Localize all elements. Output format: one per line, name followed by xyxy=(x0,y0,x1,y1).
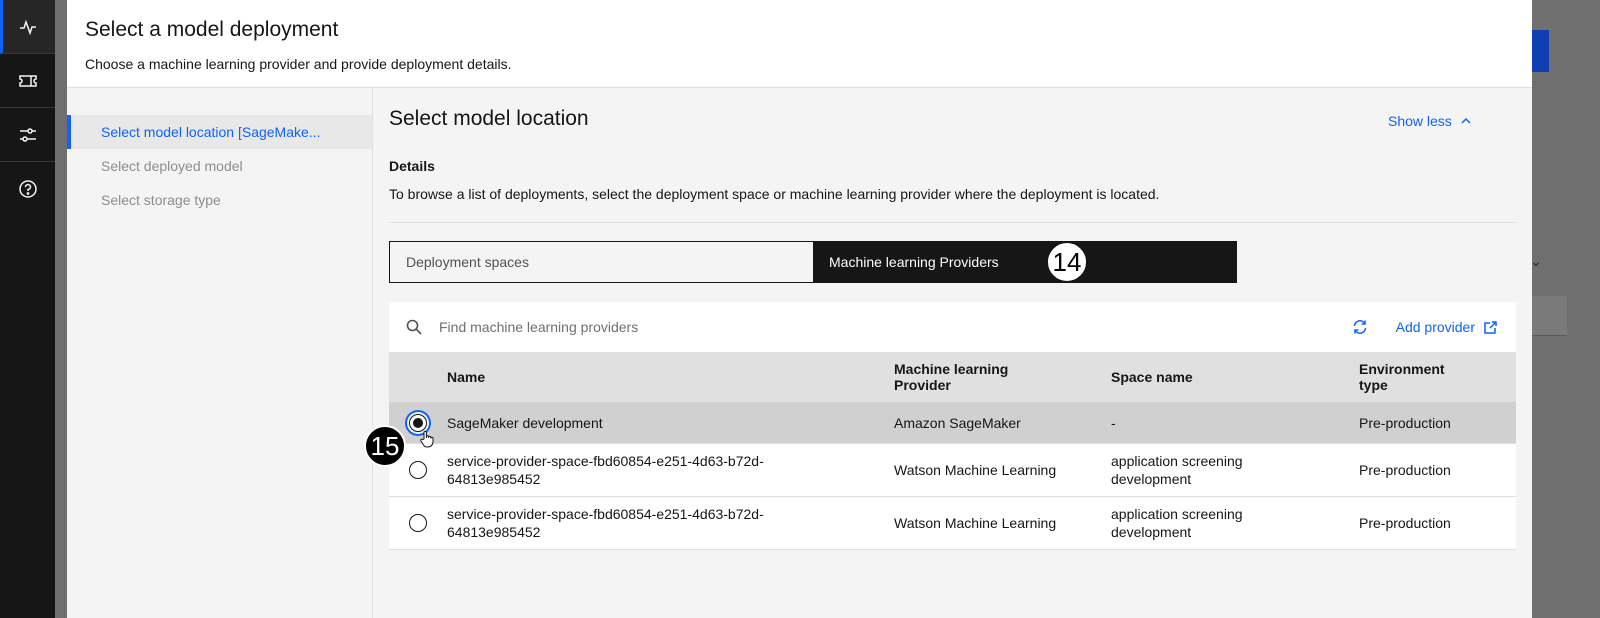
cell-name: SageMaker development xyxy=(447,414,603,431)
row-radio[interactable] xyxy=(409,461,427,479)
modal-header: Select a model deployment Choose a machi… xyxy=(67,0,1532,88)
hand-cursor-icon xyxy=(420,430,434,448)
rail-item-activity[interactable] xyxy=(0,0,55,54)
row-radio[interactable] xyxy=(409,514,427,532)
sliders-icon xyxy=(19,127,36,142)
modal-subtitle: Choose a machine learning provider and p… xyxy=(85,56,512,72)
left-rail xyxy=(0,0,55,618)
header-name: Name xyxy=(447,369,486,385)
table-row[interactable]: service-provider-space-fbd60854-e251-4d6… xyxy=(389,444,1516,497)
switch-deployment-spaces[interactable]: Deployment spaces xyxy=(390,242,813,282)
step-badge-14: 14 xyxy=(1046,241,1088,283)
show-less-label: Show less xyxy=(1388,113,1452,129)
details-heading: Details xyxy=(389,158,435,174)
search-icon xyxy=(389,319,439,335)
progress-indicator: Select model location [SageMake... Selec… xyxy=(67,115,372,217)
cell-environment-type: Pre-production xyxy=(1359,515,1451,531)
cell-space-name: application screening development xyxy=(1111,506,1243,540)
table-header: Name Machine learning Provider Space nam… xyxy=(389,352,1516,402)
rail-item-help[interactable] xyxy=(0,162,55,216)
cell-space-name: - xyxy=(1111,414,1116,431)
cell-provider: Watson Machine Learning xyxy=(894,462,1057,478)
details-text: To browse a list of deployments, select … xyxy=(389,186,1160,202)
cell-provider: Watson Machine Learning xyxy=(894,515,1057,531)
table-toolbar: Add provider xyxy=(389,302,1516,352)
deployment-modal: Select a model deployment Choose a machi… xyxy=(67,0,1532,618)
add-provider-link[interactable]: Add provider xyxy=(1384,319,1516,335)
cell-provider: Amazon SageMaker xyxy=(894,414,1021,431)
modal-title: Select a model deployment xyxy=(85,18,339,41)
header-environment-type: Environment type xyxy=(1359,361,1445,393)
switch-ml-providers[interactable]: Machine learning Providers xyxy=(813,242,1236,282)
content-switcher: Deployment spaces Machine learning Provi… xyxy=(389,241,1237,283)
launch-icon xyxy=(1484,320,1497,334)
add-provider-label: Add provider xyxy=(1395,319,1475,335)
cell-environment-type: Pre-production xyxy=(1359,462,1451,478)
refresh-button[interactable] xyxy=(1336,318,1384,336)
divider xyxy=(389,222,1516,223)
cell-name: service-provider-space-fbd60854-e251-4d6… xyxy=(447,453,764,487)
header-space-name: Space name xyxy=(1111,369,1193,385)
section-title: Select model location xyxy=(389,107,589,130)
table-row[interactable]: SageMaker development Amazon SageMaker -… xyxy=(389,402,1516,444)
step-select-deployed-model[interactable]: Select deployed model xyxy=(67,149,372,183)
refresh-icon xyxy=(1353,320,1366,334)
content-panel: Select model location Show less Details … xyxy=(373,88,1532,618)
cell-name: service-provider-space-fbd60854-e251-4d6… xyxy=(447,506,764,540)
search-input[interactable] xyxy=(439,319,1336,335)
table-row[interactable]: service-provider-space-fbd60854-e251-4d6… xyxy=(389,497,1516,550)
ticket-icon xyxy=(18,74,37,87)
rail-item-ticket[interactable] xyxy=(0,54,55,108)
chevron-up-icon xyxy=(1461,117,1471,124)
show-less-link[interactable]: Show less xyxy=(1388,113,1472,129)
rail-item-settings[interactable] xyxy=(0,108,55,162)
cell-environment-type: Pre-production xyxy=(1359,414,1451,431)
providers-table: Name Machine learning Provider Space nam… xyxy=(389,352,1516,550)
cell-space-name: application screening development xyxy=(1111,453,1243,487)
step-badge-15: 15 xyxy=(364,425,406,467)
help-icon xyxy=(18,180,37,198)
step-select-storage-type[interactable]: Select storage type xyxy=(67,183,372,217)
activity-icon xyxy=(19,19,36,35)
step-select-model-location[interactable]: Select model location [SageMake... xyxy=(67,115,372,149)
row-radio[interactable] xyxy=(409,413,427,432)
header-provider: Machine learning Provider xyxy=(894,361,1009,393)
